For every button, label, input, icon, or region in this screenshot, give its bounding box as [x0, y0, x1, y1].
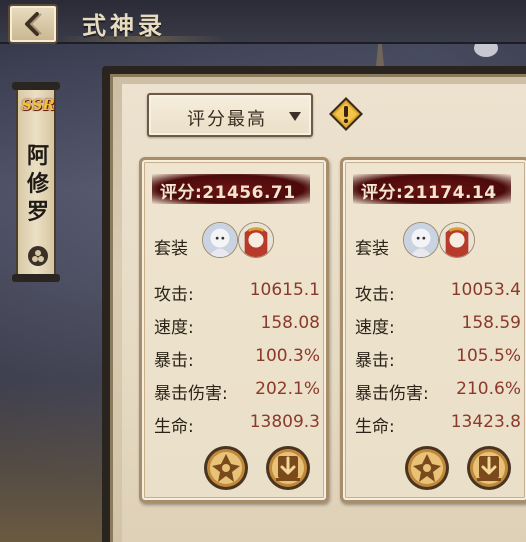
stat-value: 210.6%: [456, 379, 521, 399]
stat-row: 暴击: 105.5%: [355, 346, 521, 371]
shikigami-name: 阿修罗: [18, 142, 58, 226]
scroll-ornament-icon: [28, 246, 48, 266]
stat-value: 13423.8: [450, 412, 521, 432]
sort-dropdown[interactable]: 评分最高: [147, 93, 313, 137]
stat-row: 攻击: 10053.4: [355, 280, 521, 305]
stat-value: 10615.1: [249, 280, 320, 300]
caret-down-icon: [289, 112, 301, 121]
stat-row: 暴击伤害: 202.1%: [154, 379, 320, 404]
scroll-rod-bottom: [12, 274, 60, 282]
stat-label: 速度:: [355, 318, 395, 338]
stat-row: 暴击: 100.3%: [154, 346, 320, 371]
shuriken-swap-icon[interactable]: [403, 444, 451, 492]
score-text: 评分:21456.71: [160, 183, 296, 203]
download-arrow-icon[interactable]: [465, 444, 513, 492]
soul-set-icon[interactable]: [403, 222, 439, 258]
sort-dropdown-label: 评分最高: [187, 109, 267, 130]
shikigami-scroll[interactable]: SSR 阿修罗: [10, 82, 62, 282]
stat-label: 生命:: [154, 417, 194, 437]
stat-value: 105.5%: [456, 346, 521, 366]
soul-set-card[interactable]: 评分:21174.14 套装 攻击: 10053.4 速度: 158.59 暴击…: [340, 157, 526, 503]
rarity-badge: SSR: [21, 96, 55, 114]
stat-row: 生命: 13423.8: [355, 412, 521, 437]
stat-row: 暴击伤害: 210.6%: [355, 379, 521, 404]
soul-set-card[interactable]: 评分:21456.71 套装 攻击: 10615.1 速度: 158.08 暴击…: [139, 157, 329, 503]
stat-value: 158.59: [461, 313, 521, 333]
stat-value: 158.08: [260, 313, 320, 333]
exclamation-diamond-icon[interactable]: [328, 96, 364, 132]
scroll-body: SSR 阿修罗: [16, 90, 56, 274]
scroll-rod-top: [12, 82, 60, 90]
soul-set-icon[interactable]: [439, 222, 475, 258]
stat-value: 10053.4: [450, 280, 521, 300]
top-bar: 式神录: [0, 0, 526, 44]
stat-label: 速度:: [154, 318, 194, 338]
stat-row: 速度: 158.08: [154, 313, 320, 338]
stat-label: 暴击伤害:: [154, 384, 228, 404]
stat-label: 生命:: [355, 417, 395, 437]
soul-set-icon[interactable]: [202, 222, 238, 258]
stat-label: 攻击:: [154, 285, 194, 305]
stat-label: 暴击:: [355, 351, 395, 371]
shuriken-swap-icon[interactable]: [202, 444, 250, 492]
stat-row: 速度: 158.59: [355, 313, 521, 338]
back-button[interactable]: [8, 4, 58, 44]
stat-row: 攻击: 10615.1: [154, 280, 320, 305]
back-arrow-icon: [25, 12, 42, 36]
page-title: 式神录: [82, 11, 166, 40]
stat-value: 100.3%: [255, 346, 320, 366]
stat-row: 生命: 13809.3: [154, 412, 320, 437]
shikigami-name-text: 阿修罗: [27, 143, 50, 225]
stat-label: 暴击伤害:: [355, 384, 429, 404]
download-arrow-icon[interactable]: [264, 444, 312, 492]
set-label: 套装: [355, 239, 389, 259]
score-text: 评分:21174.14: [361, 183, 497, 203]
stat-value: 202.1%: [255, 379, 320, 399]
set-label: 套装: [154, 239, 188, 259]
stat-label: 暴击:: [154, 351, 194, 371]
stat-value: 13809.3: [249, 412, 320, 432]
stat-label: 攻击:: [355, 285, 395, 305]
soul-set-icon[interactable]: [238, 222, 274, 258]
